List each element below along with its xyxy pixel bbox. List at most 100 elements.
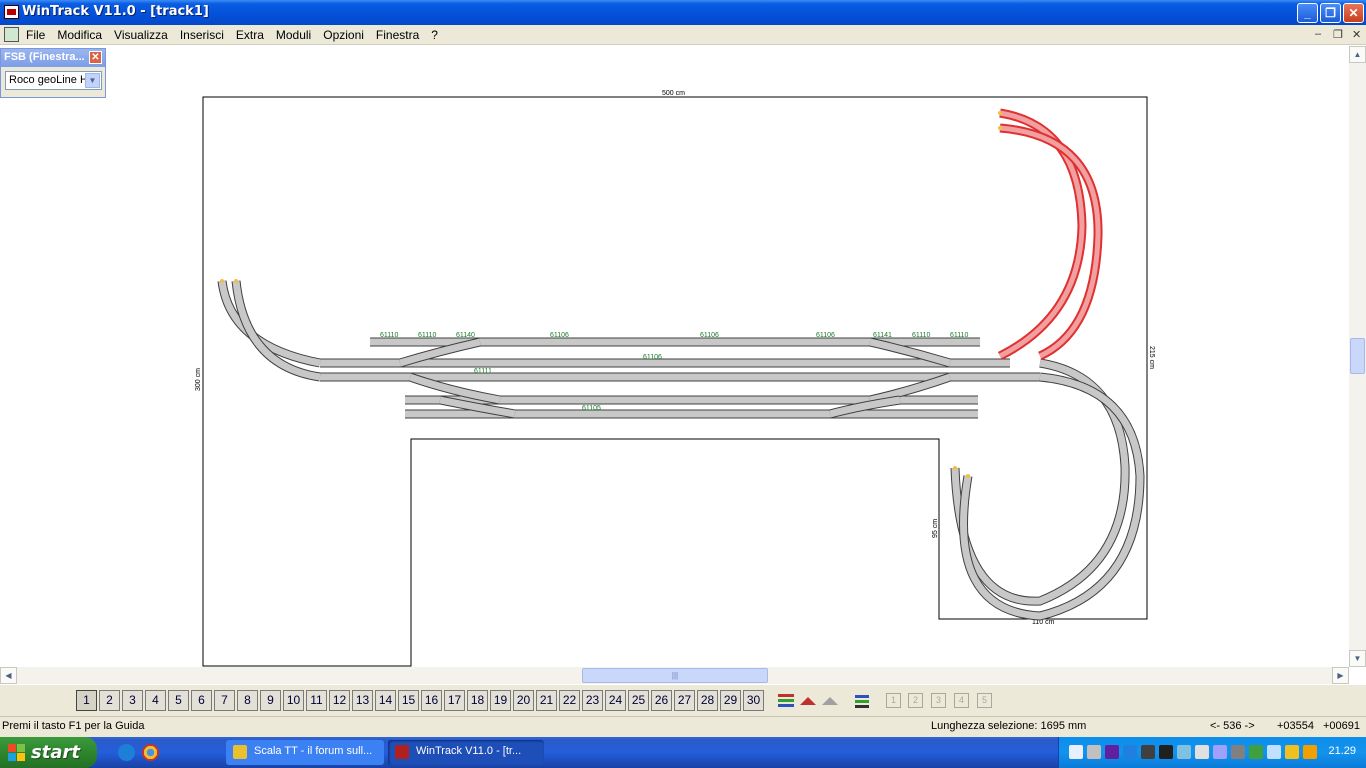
layer-button-4[interactable]: 4 <box>145 690 166 711</box>
layer-button-24[interactable]: 24 <box>605 690 626 711</box>
layer-button-22[interactable]: 22 <box>559 690 580 711</box>
tray-icon[interactable] <box>1285 745 1299 759</box>
layer-red-icon[interactable] <box>798 691 818 711</box>
layer-button-20[interactable]: 20 <box>513 690 534 711</box>
layer-button-25[interactable]: 25 <box>628 690 649 711</box>
status-x-coord: +03554 <box>1277 720 1315 732</box>
layer-button-13[interactable]: 13 <box>352 690 373 711</box>
tray-icon[interactable] <box>1087 745 1101 759</box>
layer-button-28[interactable]: 28 <box>697 690 718 711</box>
scroll-down-icon[interactable]: ▼ <box>1349 650 1366 667</box>
menu-modifica[interactable]: Modifica <box>51 28 108 42</box>
restore-button[interactable]: ❐ <box>1320 3 1341 23</box>
scroll-right-icon[interactable]: ▶ <box>1332 667 1349 684</box>
taskbar-item-chrome[interactable]: Scala TT - il forum sull... <box>226 740 384 765</box>
menu-visualizza[interactable]: Visualizza <box>108 28 174 42</box>
tray-icon[interactable] <box>1105 745 1119 759</box>
layer-button-1[interactable]: 1 <box>76 690 97 711</box>
fsb-window[interactable]: FSB (Finestra... ✕ Roco geoLine H ▼ <box>0 48 106 98</box>
selected-tracks[interactable] <box>997 108 1103 361</box>
tray-icon[interactable] <box>1123 745 1137 759</box>
dim-top-label: 500 cm <box>662 90 685 97</box>
menu-finestra[interactable]: Finestra <box>370 28 425 42</box>
layer-button-9[interactable]: 9 <box>260 690 281 711</box>
horizontal-scrollbar[interactable]: ◀ ||| ▶ <box>0 667 1349 684</box>
track-system-select[interactable]: Roco geoLine H ▼ <box>5 71 102 90</box>
layer-button-7[interactable]: 7 <box>214 690 235 711</box>
layer-button-19[interactable]: 19 <box>490 690 511 711</box>
tray-icon[interactable] <box>1195 745 1209 759</box>
layer-button-27[interactable]: 27 <box>674 690 695 711</box>
menu-extra[interactable]: Extra <box>230 28 270 42</box>
status-selection-length: Lunghezza selezione: 1695 mm <box>931 720 1087 732</box>
track-system-value: Roco geoLine H <box>9 74 88 86</box>
menu-help[interactable]: ? <box>425 28 444 42</box>
mdi-restore-icon[interactable]: ❐ <box>1333 28 1343 41</box>
taskbar-item-label: Scala TT - il forum sull... <box>254 745 373 757</box>
taskbar-item-wintrack[interactable]: WinTrack V11.0 - [tr... <box>388 740 544 765</box>
menu-moduli[interactable]: Moduli <box>270 28 317 42</box>
layer-button-3[interactable]: 3 <box>122 690 143 711</box>
tray-icon[interactable] <box>1267 745 1281 759</box>
track-label: 61110 <box>950 332 969 339</box>
layer-button-17[interactable]: 17 <box>444 690 465 711</box>
scroll-left-icon[interactable]: ◀ <box>0 667 17 684</box>
left-curves[interactable] <box>217 280 321 382</box>
layer-button-23[interactable]: 23 <box>582 690 603 711</box>
fsb-title[interactable]: FSB (Finestra... ✕ <box>1 49 105 67</box>
vertical-scrollbar[interactable]: ▲ ▼ <box>1349 46 1366 667</box>
layer-button-14[interactable]: 14 <box>375 690 396 711</box>
layer-button-30[interactable]: 30 <box>743 690 764 711</box>
layer-gray-icon[interactable] <box>820 691 840 711</box>
menu-opzioni[interactable]: Opzioni <box>317 28 370 42</box>
layer-button-18[interactable]: 18 <box>467 690 488 711</box>
layer-button-21[interactable]: 21 <box>536 690 557 711</box>
chrome-icon[interactable] <box>142 744 159 761</box>
title-bar[interactable]: WinTrack V11.0 - [track1] _ ❐ ✕ <box>0 0 1366 25</box>
tray-icon[interactable] <box>1159 745 1173 759</box>
station-tracks[interactable] <box>320 337 1040 419</box>
right-loop[interactable] <box>950 358 1145 621</box>
vertical-scroll-thumb[interactable] <box>1350 338 1365 374</box>
internet-explorer-icon[interactable] <box>118 744 135 761</box>
close-button[interactable]: ✕ <box>1343 3 1364 23</box>
layers-all-icon[interactable] <box>776 691 796 711</box>
track-label: 61106 <box>550 332 569 339</box>
layer-button-8[interactable]: 8 <box>237 690 258 711</box>
tray-icon[interactable] <box>1177 745 1191 759</box>
tray-icon[interactable] <box>1231 745 1245 759</box>
layer-button-10[interactable]: 10 <box>283 690 304 711</box>
menu-inserisci[interactable]: Inserisci <box>174 28 230 42</box>
layer-button-15[interactable]: 15 <box>398 690 419 711</box>
wintrack-app-icon[interactable] <box>4 5 19 19</box>
taskbar: start Scala TT - il forum sull... WinTra… <box>0 737 1366 768</box>
horizontal-scroll-thumb[interactable]: ||| <box>582 668 768 683</box>
layer-button-16[interactable]: 16 <box>421 690 442 711</box>
tray-icon[interactable] <box>1213 745 1227 759</box>
minimize-button[interactable]: _ <box>1297 3 1318 23</box>
layer-button-2[interactable]: 2 <box>99 690 120 711</box>
mdi-close-icon[interactable]: ✕ <box>1352 28 1361 41</box>
layer-stack-icon[interactable] <box>852 691 872 711</box>
layer-toolbar: 1 2 3 4 5 6 7 8 9 10 11 12 13 14 15 16 1… <box>0 684 1366 716</box>
scroll-up-icon[interactable]: ▲ <box>1349 46 1366 63</box>
layer-button-5[interactable]: 5 <box>168 690 189 711</box>
document-icon[interactable] <box>4 27 19 42</box>
tray-icon[interactable] <box>1303 745 1317 759</box>
layer-button-29[interactable]: 29 <box>720 690 741 711</box>
fsb-close-icon[interactable]: ✕ <box>89 51 102 64</box>
app-window: WinTrack V11.0 - [track1] _ ❐ ✕ File Mod… <box>0 0 1366 768</box>
layer-button-26[interactable]: 26 <box>651 690 672 711</box>
tray-icon[interactable] <box>1069 745 1083 759</box>
menu-file[interactable]: File <box>20 28 51 42</box>
layer-button-11[interactable]: 11 <box>306 690 327 711</box>
tray-icon[interactable] <box>1249 745 1263 759</box>
track-canvas[interactable]: .tr { fill: none; stroke: #404040; strok… <box>0 46 1349 667</box>
mdi-minimize-icon[interactable]: – <box>1315 28 1321 40</box>
start-button[interactable]: start <box>0 737 97 768</box>
layer-button-6[interactable]: 6 <box>191 690 212 711</box>
chevron-down-icon[interactable]: ▼ <box>85 73 100 88</box>
track-plan[interactable]: .tr { fill: none; stroke: #404040; strok… <box>0 46 1349 667</box>
layer-button-12[interactable]: 12 <box>329 690 350 711</box>
tray-icon[interactable] <box>1141 745 1155 759</box>
